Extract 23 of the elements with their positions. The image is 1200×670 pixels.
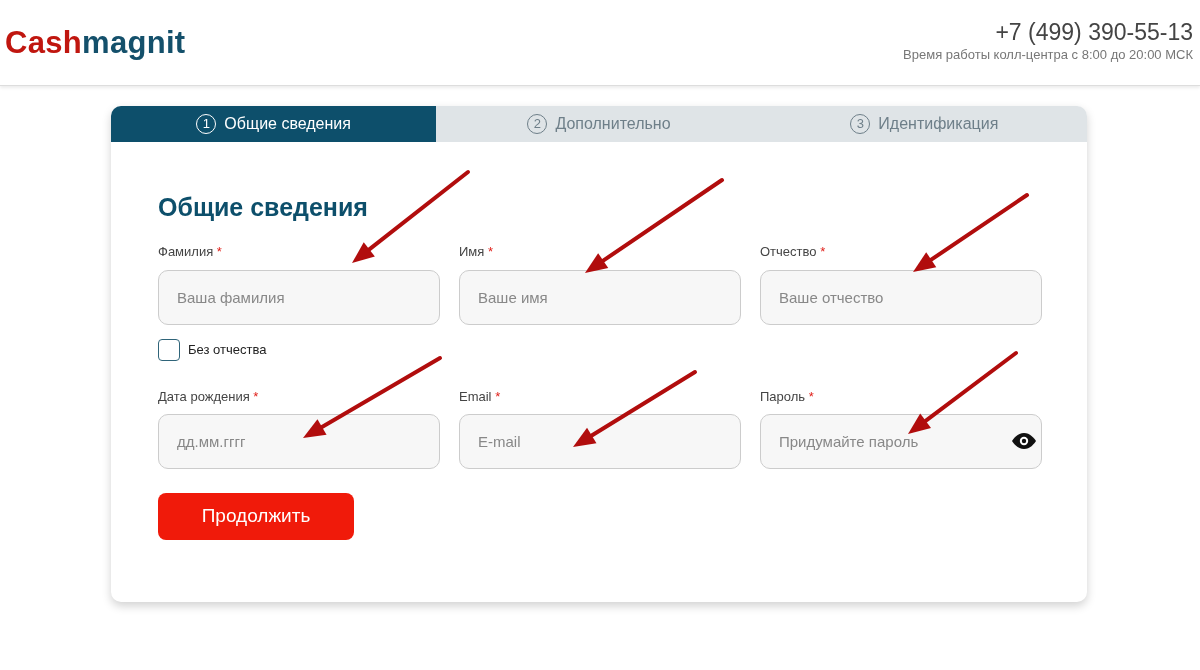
phone-number: +7 (499) 390-55-13 (994, 20, 1193, 46)
input-field[interactable]: дд.мм.гггг (158, 414, 440, 470)
field-label: Дата рождения * (158, 388, 260, 405)
logo[interactable]: Cashmagnit (5, 27, 186, 58)
field-label: Имя * (459, 244, 494, 260)
input-field[interactable]: Придумайте пароль (760, 414, 1042, 470)
field-label: Email * (459, 388, 502, 405)
checkbox-label: Без отчества (188, 340, 267, 359)
input-field[interactable]: Ваша фамилия (158, 269, 440, 325)
continue-button[interactable]: Продолжить (158, 493, 354, 541)
field-label: Пароль * (760, 388, 815, 405)
field-label: Фамилия * (158, 244, 223, 260)
input-field[interactable]: Ваше имя (459, 269, 741, 325)
eye-icon[interactable] (1012, 433, 1036, 450)
field-label: Отчество * (760, 244, 827, 260)
step-tab[interactable]: 1 Общие сведения (111, 106, 437, 142)
input-field[interactable]: Ваше отчество (760, 269, 1042, 325)
form-title: Общие сведения (158, 192, 369, 222)
checkbox[interactable] (158, 338, 180, 361)
working-hours: Время работы колл-центра с 8:00 до 20:00 МСК (903, 46, 1193, 65)
input-field[interactable]: E-mail (459, 414, 741, 470)
step-tab[interactable]: 2 Дополнительно (436, 106, 762, 142)
step-tab[interactable]: 3 Идентификация (761, 106, 1087, 142)
